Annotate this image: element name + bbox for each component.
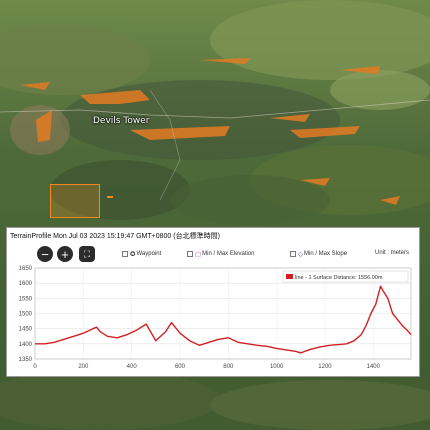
y-tick-label: 1550 <box>19 296 33 302</box>
y-tick-label: 1450 <box>19 327 33 333</box>
selection-area[interactable] <box>50 184 100 218</box>
fullscreen-icon: ⛶ <box>83 248 91 259</box>
zoom-in-button[interactable]: + <box>57 246 73 262</box>
y-tick-label: 1350 <box>19 357 33 363</box>
fit-view-button[interactable]: ⛶ <box>79 246 95 262</box>
min-max-elevation-toggle[interactable]: ▢ Min / Max Elevation <box>187 250 255 258</box>
terrain-profile-panel: TerrainProfile Mon Jul 03 2023 15:19:47 … <box>6 227 420 377</box>
zoom-out-button[interactable]: − <box>37 246 53 262</box>
x-tick-label: 0 <box>33 364 37 370</box>
minus-icon: − <box>41 246 49 262</box>
min-max-elevation-checkbox[interactable] <box>187 251 193 257</box>
elevation-profile-chart[interactable]: 1350 1400 1450 1500 1550 1600 1650 0 200 400 600 80… <box>7 264 419 376</box>
waypoint-label: Waypoint <box>136 251 162 257</box>
x-tick-label: 800 <box>223 364 234 370</box>
y-tick-label: 1500 <box>19 312 33 318</box>
y-tick-label: 1650 <box>19 266 33 272</box>
min-max-elevation-label: Min / Max Elevation <box>202 251 255 257</box>
slope-icon: ◇ <box>298 251 303 258</box>
panel-title: TerrainProfile Mon Jul 03 2023 15:19:47 … <box>10 233 220 240</box>
unit-label: Unit : meters <box>375 250 410 256</box>
x-tick-label: 400 <box>127 364 138 370</box>
x-tick-label: 1000 <box>270 364 284 370</box>
x-tick-label: 200 <box>78 364 89 370</box>
min-max-slope-toggle[interactable]: ◇ Min / Max Slope <box>290 250 347 258</box>
y-tick-label: 1400 <box>19 342 33 348</box>
waypoint-toggle[interactable]: ✪ Waypoint <box>122 250 161 258</box>
elevation-icon: ▢ <box>195 251 202 258</box>
x-tick-label: 1400 <box>367 364 381 370</box>
plus-icon: + <box>61 246 69 262</box>
place-label-devils-tower[interactable]: Devils Tower <box>93 116 149 126</box>
legend-label: line - 1 Surface Distance: 1556.00m <box>295 275 383 281</box>
min-max-slope-checkbox[interactable] <box>290 251 296 257</box>
y-tick-label: 1600 <box>19 281 33 287</box>
waypoint-icon: ✪ <box>130 251 136 258</box>
x-tick-label: 1200 <box>318 364 332 370</box>
legend-swatch <box>286 274 293 279</box>
selection-handle[interactable] <box>107 196 113 198</box>
x-tick-label: 600 <box>175 364 186 370</box>
series-line <box>35 285 412 354</box>
waypoint-checkbox[interactable] <box>122 251 128 257</box>
min-max-slope-label: Min / Max Slope <box>304 251 348 257</box>
